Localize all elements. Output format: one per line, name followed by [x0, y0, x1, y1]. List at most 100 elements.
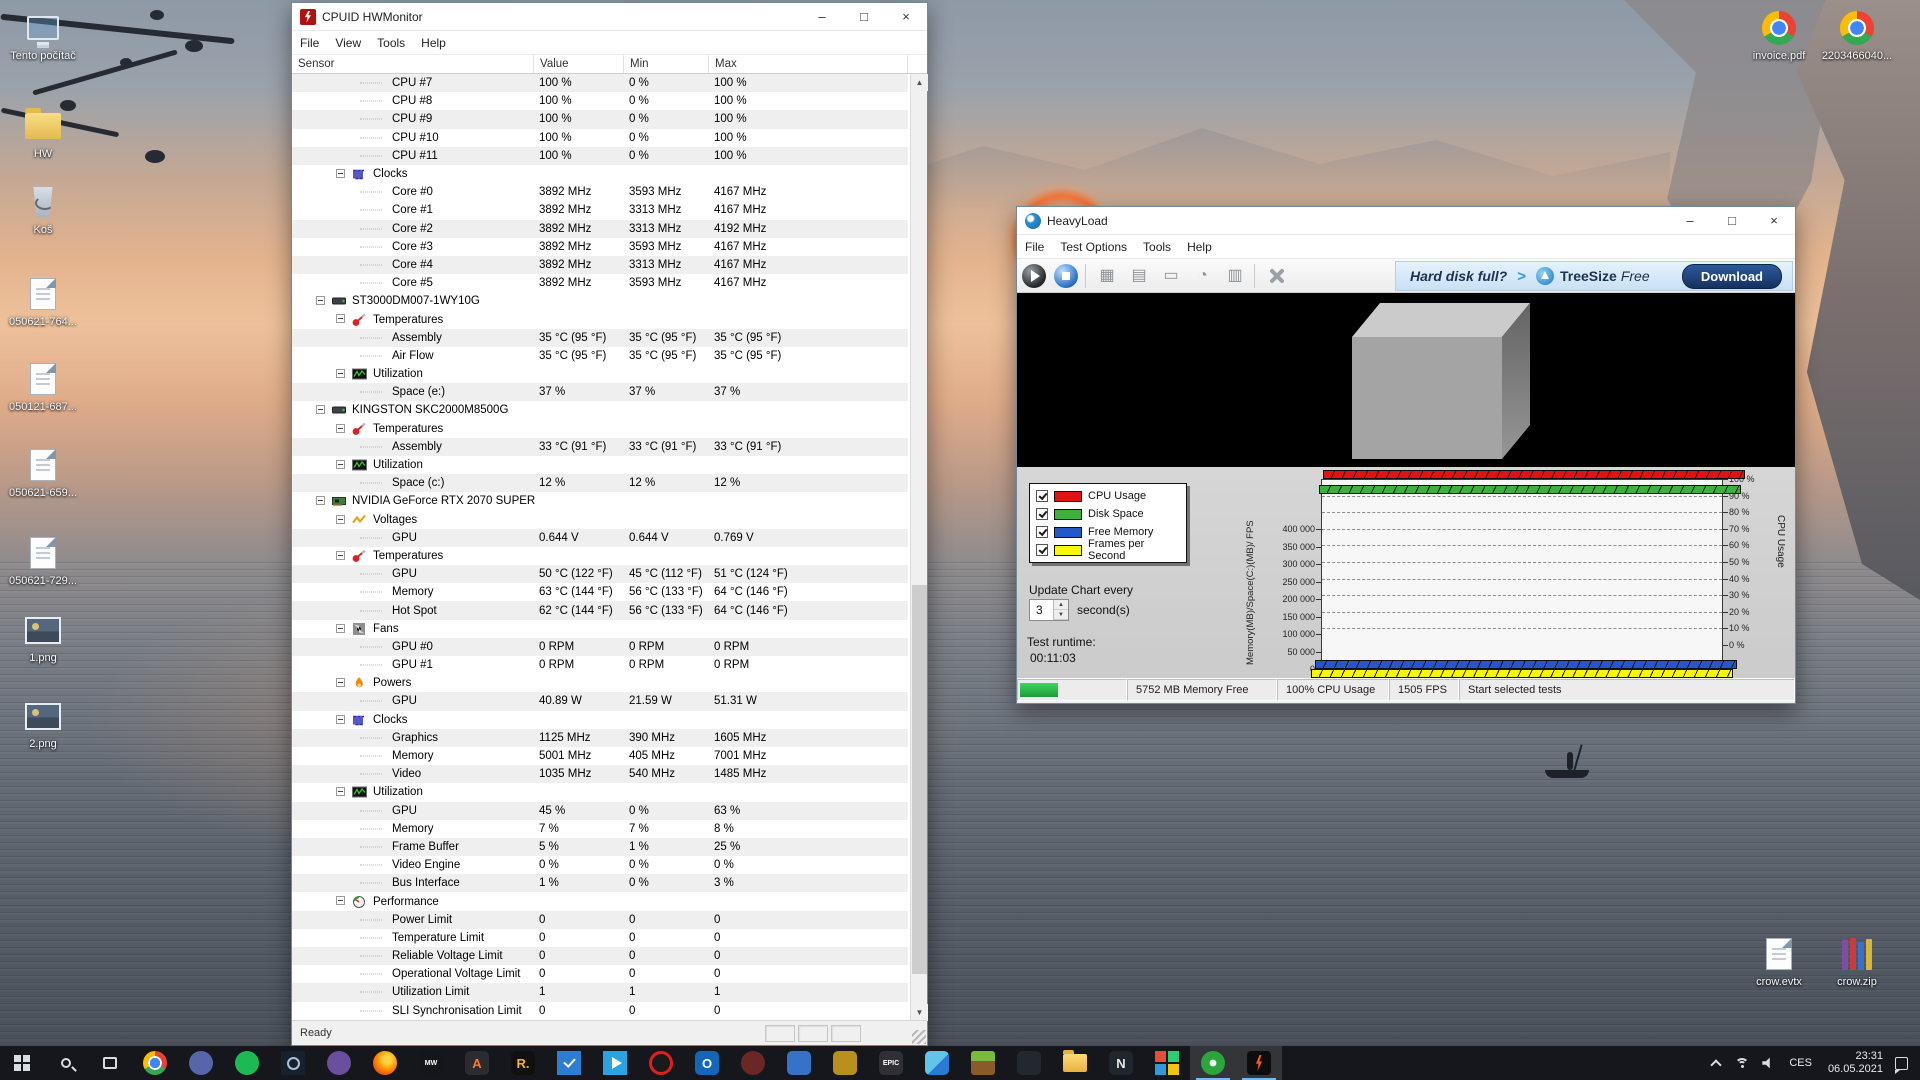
taskbar-app-steam[interactable] [270, 1046, 316, 1080]
stop-icon[interactable] [1051, 262, 1081, 290]
desktop-icon-crow-zip[interactable]: crow.zip [1820, 934, 1894, 988]
taskbar-app-jdownloader[interactable] [822, 1046, 868, 1080]
menu-item-file[interactable]: File [1017, 240, 1052, 254]
heavyload-titlebar[interactable]: HeavyLoad – □ × [1017, 207, 1795, 235]
column-header-value[interactable]: Value [534, 55, 624, 73]
desktop-icon-1-png[interactable]: 1.png [6, 610, 80, 664]
minimize-button[interactable]: – [801, 3, 843, 30]
volume-icon[interactable] [1755, 1057, 1781, 1069]
tray-chevron-up-icon[interactable] [1703, 1058, 1729, 1069]
taskbar-app-firefox[interactable] [362, 1046, 408, 1080]
collapse-toggle[interactable] [336, 460, 345, 469]
minimize-button[interactable]: – [1669, 207, 1711, 234]
legend-checkbox-disk-space[interactable] [1036, 508, 1048, 520]
sensor-row-memory[interactable]: Memory7 %7 %8 % [292, 820, 908, 838]
maximize-button[interactable]: □ [1711, 207, 1753, 234]
sensor-row-temperatures[interactable]: Temperatures [292, 420, 908, 438]
resize-grip[interactable] [912, 1030, 926, 1044]
sensor-row-utilization[interactable]: Utilization [292, 783, 908, 801]
run-icon[interactable] [1019, 262, 1049, 290]
sensor-row-temperatures[interactable]: Temperatures [292, 547, 908, 565]
sensor-row-sli-synchronisation-limit[interactable]: SLI Synchronisation Limit000 [292, 1002, 908, 1020]
desktop-icon-invoice-pdf[interactable]: invoice.pdf [1742, 8, 1816, 62]
collapse-toggle[interactable] [316, 296, 325, 305]
taskbar-app-telegram[interactable] [592, 1046, 638, 1080]
desktop-icon-050121-687[interactable]: 050121-687... [6, 359, 80, 413]
treesize-ad-banner[interactable]: Hard disk full? > TreeSize Free Download [1395, 261, 1793, 291]
task-view-icon[interactable] [88, 1046, 132, 1080]
taskbar-app-chrome[interactable] [132, 1046, 178, 1080]
taskbar-app-spotify[interactable] [224, 1046, 270, 1080]
collapse-toggle[interactable] [336, 624, 345, 633]
menu-item-help[interactable]: Help [413, 36, 454, 50]
sensor-row-power-limit[interactable]: Power Limit000 [292, 911, 908, 929]
taskbar-app-discord[interactable] [178, 1046, 224, 1080]
status-cell-start-selected-tests[interactable]: Start selected tests [1459, 679, 1795, 701]
network-icon[interactable] [1729, 1058, 1755, 1069]
sensor-row-st3000dm007-1wy10g[interactable]: ST3000DM007-1WY10G [292, 292, 908, 310]
desktop-icon-crow-evtx[interactable]: crow.evtx [1742, 934, 1816, 988]
taskbar-app-file-explorer[interactable] [1052, 1046, 1098, 1080]
sensor-row-assembly[interactable]: Assembly33 °C (91 °F)33 °C (91 °F)33 °C … [292, 438, 908, 456]
desktop-icon-ko[interactable]: Koš [6, 182, 80, 236]
sensor-row-air-flow[interactable]: Air Flow35 °C (95 °F)35 °C (95 °F)35 °C … [292, 347, 908, 365]
settings-icon[interactable] [1261, 262, 1291, 290]
download-button[interactable]: Download [1682, 264, 1782, 289]
desktop-icon-050621-659[interactable]: 050621-659... [6, 445, 80, 499]
spinner-down-arrow[interactable]: ▼ [1054, 610, 1068, 620]
collapse-toggle[interactable] [336, 715, 345, 724]
sensor-row-kingston-skc2000m8500g[interactable]: KINGSTON SKC2000M8500G [292, 401, 908, 419]
taskbar-app-epic-games[interactable]: EPIC [868, 1046, 914, 1080]
menu-item-tools[interactable]: Tools [1135, 240, 1179, 254]
action-center-icon[interactable] [1895, 1057, 1908, 1070]
collapse-toggle[interactable] [336, 787, 345, 796]
menu-item-file[interactable]: File [292, 36, 327, 50]
sensor-row-gpu-0[interactable]: GPU #00 RPM0 RPM0 RPM [292, 638, 908, 656]
start-button[interactable] [0, 1046, 44, 1080]
sensor-row-fans[interactable]: Fans [292, 620, 908, 638]
sensor-row-utilization[interactable]: Utilization [292, 456, 908, 474]
desktop-icon-050621-764[interactable]: 050621-764... [6, 274, 80, 328]
column-header-sensor[interactable]: Sensor [292, 55, 534, 73]
sensor-row-cpu-8[interactable]: CPU #8100 %0 %100 % [292, 92, 908, 110]
desktop-icon-2203466040[interactable]: 2203466040... [1820, 8, 1894, 62]
sensor-row-reliable-voltage-limit[interactable]: Reliable Voltage Limit000 [292, 947, 908, 965]
sensor-row-bus-interface[interactable]: Bus Interface1 %0 %3 % [292, 874, 908, 892]
column-header-max[interactable]: Max [709, 55, 908, 73]
taskbar-app-outlook[interactable]: O [684, 1046, 730, 1080]
sensor-row-nvidia-geforce-rtx-2070-super[interactable]: NVIDIA GeForce RTX 2070 SUPER [292, 492, 908, 510]
hwmonitor-titlebar[interactable]: CPUID HWMonitor – □ × [292, 3, 927, 31]
sensor-row-core-4[interactable]: Core #43892 MHz3313 MHz4167 MHz [292, 256, 908, 274]
taskbar-app-opera-gx[interactable] [638, 1046, 684, 1080]
taskbar-app-heavyload[interactable] [1190, 1046, 1236, 1080]
sensor-row-graphics[interactable]: Graphics1125 MHz390 MHz1605 MHz [292, 729, 908, 747]
sensor-row-utilization[interactable]: Utilization [292, 365, 908, 383]
close-button[interactable]: × [1753, 207, 1795, 234]
maximize-button[interactable]: □ [843, 3, 885, 30]
write-disk-icon[interactable]: ▤ [1124, 262, 1154, 290]
taskbar-app-rockstar-games[interactable]: R. [500, 1046, 546, 1080]
column-header-min[interactable]: Min [624, 55, 709, 73]
allocate-memory-icon[interactable]: ▭ [1156, 262, 1186, 290]
legend-checkbox-free-memory[interactable] [1036, 526, 1048, 538]
sensor-row-gpu[interactable]: GPU40.89 W21.59 W51.31 W [292, 692, 908, 710]
scrollbar[interactable]: ▲ ▼ [910, 74, 927, 1021]
collapse-toggle[interactable] [336, 369, 345, 378]
sensor-row-gpu[interactable]: GPU50 °C (122 °F)45 °C (112 °F)51 °C (12… [292, 565, 908, 583]
menu-item-view[interactable]: View [327, 36, 369, 50]
sensor-row-core-0[interactable]: Core #03892 MHz3593 MHz4167 MHz [292, 183, 908, 201]
sensor-row-memory[interactable]: Memory63 °C (144 °F)56 °C (133 °F)64 °C … [292, 583, 908, 601]
sensor-row-core-5[interactable]: Core #53892 MHz3593 MHz4167 MHz [292, 274, 908, 292]
sensor-row-powers[interactable]: Powers [292, 674, 908, 692]
taskbar-app-obs[interactable] [546, 1046, 592, 1080]
legend-checkbox-cpu-usage[interactable] [1036, 490, 1048, 502]
taskbar-app-phone-link[interactable] [1006, 1046, 1052, 1080]
menu-item-tools[interactable]: Tools [369, 36, 413, 50]
search-icon[interactable] [44, 1046, 88, 1080]
legend-checkbox-frames-per-second[interactable] [1036, 544, 1048, 556]
taskbar-app-photos[interactable] [914, 1046, 960, 1080]
collapse-toggle[interactable] [336, 896, 345, 905]
spinner-value[interactable]: 3 [1030, 600, 1053, 620]
sensor-row-cpu-7[interactable]: CPU #7100 %0 %100 % [292, 74, 908, 92]
sensor-row-gpu-1[interactable]: GPU #10 RPM0 RPM0 RPM [292, 656, 908, 674]
